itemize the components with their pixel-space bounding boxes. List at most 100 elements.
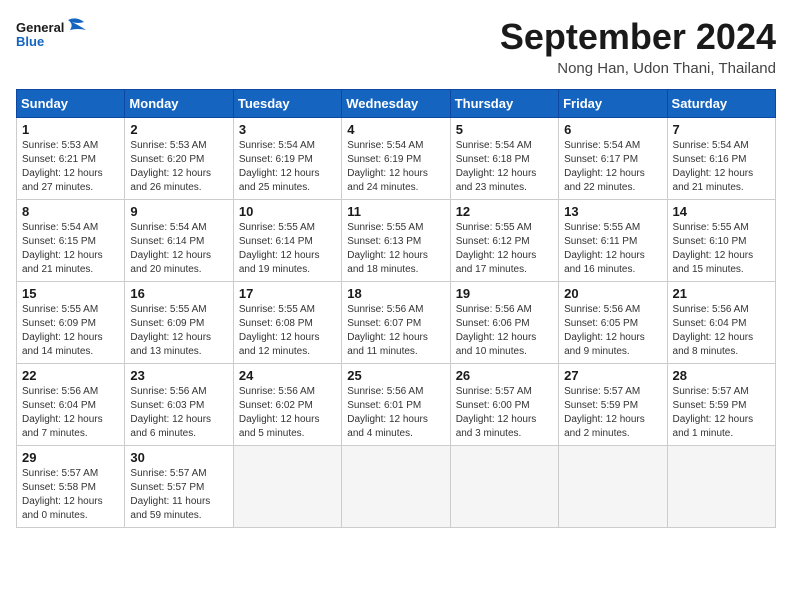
day-number: 1: [22, 122, 119, 137]
calendar-cell: [667, 446, 775, 528]
calendar-cell: 20 Sunrise: 5:56 AMSunset: 6:05 PMDayligh…: [559, 282, 667, 364]
calendar-cell: 29 Sunrise: 5:57 AMSunset: 5:58 PMDayligh…: [17, 446, 125, 528]
day-number: 29: [22, 450, 119, 465]
calendar-cell: 15 Sunrise: 5:55 AMSunset: 6:09 PMDayligh…: [17, 282, 125, 364]
calendar-cell: [233, 446, 341, 528]
day-number: 10: [239, 204, 336, 219]
day-info: Sunrise: 5:56 AMSunset: 6:02 PMDaylight:…: [239, 385, 336, 441]
day-info: Sunrise: 5:57 AMSunset: 5:57 PMDaylight:…: [130, 467, 227, 523]
day-info: Sunrise: 5:57 AMSunset: 5:59 PMDaylight:…: [673, 385, 770, 441]
logo: General Blue: [16, 16, 96, 56]
calendar-week-row: 22 Sunrise: 5:56 AMSunset: 6:04 PMDayligh…: [17, 364, 776, 446]
day-info: Sunrise: 5:55 AMSunset: 6:10 PMDaylight:…: [673, 221, 770, 277]
day-info: Sunrise: 5:54 AMSunset: 6:15 PMDaylight:…: [22, 221, 119, 277]
month-title: September 2024: [500, 16, 776, 58]
day-header-saturday: Saturday: [667, 90, 775, 118]
day-number: 25: [347, 368, 444, 383]
day-info: Sunrise: 5:54 AMSunset: 6:19 PMDaylight:…: [347, 139, 444, 195]
day-number: 15: [22, 286, 119, 301]
calendar-cell: 18 Sunrise: 5:56 AMSunset: 6:07 PMDayligh…: [342, 282, 450, 364]
day-info: Sunrise: 5:54 AMSunset: 6:14 PMDaylight:…: [130, 221, 227, 277]
day-number: 19: [456, 286, 553, 301]
day-info: Sunrise: 5:53 AMSunset: 6:20 PMDaylight:…: [130, 139, 227, 195]
calendar-week-row: 8 Sunrise: 5:54 AMSunset: 6:15 PMDaylight…: [17, 200, 776, 282]
day-info: Sunrise: 5:54 AMSunset: 6:17 PMDaylight:…: [564, 139, 661, 195]
calendar-cell: 24 Sunrise: 5:56 AMSunset: 6:02 PMDayligh…: [233, 364, 341, 446]
day-info: Sunrise: 5:54 AMSunset: 6:18 PMDaylight:…: [456, 139, 553, 195]
calendar-cell: 25 Sunrise: 5:56 AMSunset: 6:01 PMDayligh…: [342, 364, 450, 446]
title-block: September 2024 Nong Han, Udon Thani, Tha…: [500, 16, 776, 77]
calendar-cell: 14 Sunrise: 5:55 AMSunset: 6:10 PMDayligh…: [667, 200, 775, 282]
calendar-cell: 5Sunrise: 5:54 AMSunset: 6:18 PMDaylight…: [450, 118, 558, 200]
day-info: Sunrise: 5:57 AMSunset: 6:00 PMDaylight:…: [456, 385, 553, 441]
calendar-cell: 9 Sunrise: 5:54 AMSunset: 6:14 PMDaylight…: [125, 200, 233, 282]
day-info: Sunrise: 5:55 AMSunset: 6:08 PMDaylight:…: [239, 303, 336, 359]
day-info: Sunrise: 5:56 AMSunset: 6:06 PMDaylight:…: [456, 303, 553, 359]
day-info: Sunrise: 5:56 AMSunset: 6:04 PMDaylight:…: [22, 385, 119, 441]
day-info: Sunrise: 5:57 AMSunset: 5:59 PMDaylight:…: [564, 385, 661, 441]
calendar-week-row: 29 Sunrise: 5:57 AMSunset: 5:58 PMDayligh…: [17, 446, 776, 528]
day-number: 12: [456, 204, 553, 219]
day-info: Sunrise: 5:55 AMSunset: 6:11 PMDaylight:…: [564, 221, 661, 277]
calendar-cell: [559, 446, 667, 528]
day-number: 22: [22, 368, 119, 383]
calendar-cell: 23 Sunrise: 5:56 AMSunset: 6:03 PMDayligh…: [125, 364, 233, 446]
day-number: 27: [564, 368, 661, 383]
calendar-cell: 13 Sunrise: 5:55 AMSunset: 6:11 PMDayligh…: [559, 200, 667, 282]
day-info: Sunrise: 5:54 AMSunset: 6:16 PMDaylight:…: [673, 139, 770, 195]
svg-text:General: General: [16, 20, 64, 35]
day-number: 14: [673, 204, 770, 219]
day-info: Sunrise: 5:57 AMSunset: 5:58 PMDaylight:…: [22, 467, 119, 523]
calendar-cell: 7 Sunrise: 5:54 AMSunset: 6:16 PMDaylight…: [667, 118, 775, 200]
calendar-cell: 27 Sunrise: 5:57 AMSunset: 5:59 PMDayligh…: [559, 364, 667, 446]
day-number: 18: [347, 286, 444, 301]
day-info: Sunrise: 5:56 AMSunset: 6:07 PMDaylight:…: [347, 303, 444, 359]
day-info: Sunrise: 5:53 AMSunset: 6:21 PMDaylight:…: [22, 139, 119, 195]
logo-svg: General Blue: [16, 16, 96, 56]
day-info: Sunrise: 5:56 AMSunset: 6:05 PMDaylight:…: [564, 303, 661, 359]
day-number: 24: [239, 368, 336, 383]
day-number: 7: [673, 122, 770, 137]
calendar-cell: 22 Sunrise: 5:56 AMSunset: 6:04 PMDayligh…: [17, 364, 125, 446]
calendar-cell: 16 Sunrise: 5:55 AMSunset: 6:09 PMDayligh…: [125, 282, 233, 364]
day-number: 13: [564, 204, 661, 219]
calendar-cell: 1 Sunrise: 5:53 AMSunset: 6:21 PMDaylight…: [17, 118, 125, 200]
calendar-week-row: 15 Sunrise: 5:55 AMSunset: 6:09 PMDayligh…: [17, 282, 776, 364]
calendar-cell: 21 Sunrise: 5:56 AMSunset: 6:04 PMDayligh…: [667, 282, 775, 364]
day-header-friday: Friday: [559, 90, 667, 118]
calendar-cell: 12 Sunrise: 5:55 AMSunset: 6:12 PMDayligh…: [450, 200, 558, 282]
day-number: 2: [130, 122, 227, 137]
day-number: 11: [347, 204, 444, 219]
day-number: 26: [456, 368, 553, 383]
day-info: Sunrise: 5:56 AMSunset: 6:01 PMDaylight:…: [347, 385, 444, 441]
day-info: Sunrise: 5:55 AMSunset: 6:09 PMDaylight:…: [22, 303, 119, 359]
day-info: Sunrise: 5:56 AMSunset: 6:04 PMDaylight:…: [673, 303, 770, 359]
day-number: 16: [130, 286, 227, 301]
day-info: Sunrise: 5:54 AMSunset: 6:19 PMDaylight:…: [239, 139, 336, 195]
calendar-cell: 8 Sunrise: 5:54 AMSunset: 6:15 PMDaylight…: [17, 200, 125, 282]
calendar-cell: 26 Sunrise: 5:57 AMSunset: 6:00 PMDayligh…: [450, 364, 558, 446]
calendar-cell: 2 Sunrise: 5:53 AMSunset: 6:20 PMDaylight…: [125, 118, 233, 200]
calendar-cell: 4Sunrise: 5:54 AMSunset: 6:19 PMDaylight…: [342, 118, 450, 200]
location: Nong Han, Udon Thani, Thailand: [500, 60, 776, 77]
calendar-week-row: 1 Sunrise: 5:53 AMSunset: 6:21 PMDaylight…: [17, 118, 776, 200]
day-info: Sunrise: 5:56 AMSunset: 6:03 PMDaylight:…: [130, 385, 227, 441]
calendar-cell: 10 Sunrise: 5:55 AMSunset: 6:14 PMDayligh…: [233, 200, 341, 282]
calendar-cell: 30 Sunrise: 5:57 AMSunset: 5:57 PMDayligh…: [125, 446, 233, 528]
day-number: 21: [673, 286, 770, 301]
day-number: 6: [564, 122, 661, 137]
day-info: Sunrise: 5:55 AMSunset: 6:12 PMDaylight:…: [456, 221, 553, 277]
calendar-header-row: SundayMondayTuesdayWednesdayThursdayFrid…: [17, 90, 776, 118]
svg-text:Blue: Blue: [16, 34, 44, 49]
day-header-thursday: Thursday: [450, 90, 558, 118]
day-number: 23: [130, 368, 227, 383]
day-number: 8: [22, 204, 119, 219]
day-header-monday: Monday: [125, 90, 233, 118]
day-number: 17: [239, 286, 336, 301]
calendar-cell: [342, 446, 450, 528]
day-info: Sunrise: 5:55 AMSunset: 6:09 PMDaylight:…: [130, 303, 227, 359]
day-number: 9: [130, 204, 227, 219]
day-info: Sunrise: 5:55 AMSunset: 6:14 PMDaylight:…: [239, 221, 336, 277]
day-number: 20: [564, 286, 661, 301]
day-number: 30: [130, 450, 227, 465]
